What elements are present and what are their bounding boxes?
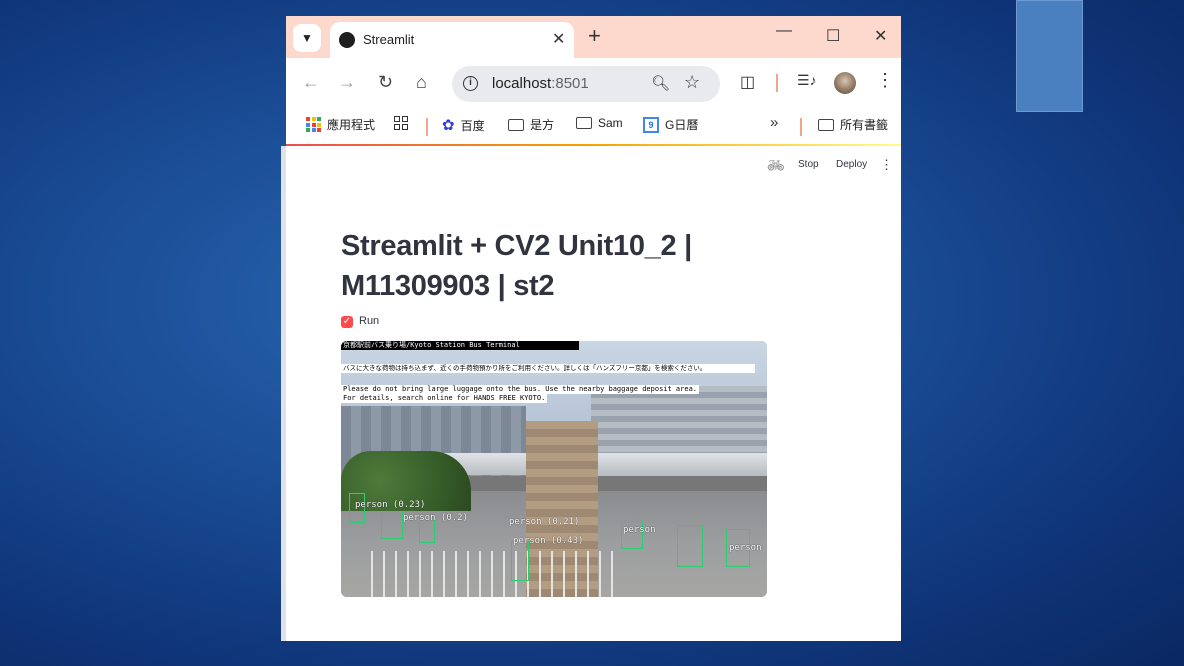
bookmark-google-calendar[interactable]: 9 G日曆 [643, 116, 698, 133]
bookmark-apps[interactable]: 應用程式 [306, 116, 375, 133]
media-control-icon[interactable]: ☰♪ [797, 72, 817, 89]
new-tab-button[interactable]: + [588, 24, 601, 48]
caption-english-line1: Please do not bring large luggage onto t… [341, 385, 700, 394]
bookmark-star-icon[interactable]: ☆ [684, 72, 700, 93]
home-icon[interactable]: ⌂ [416, 72, 427, 93]
bookmark-divider [426, 118, 428, 136]
folder-icon [508, 118, 524, 131]
bookmark-divider [800, 118, 802, 136]
streamlit-app: 🚲︎ Stop Deploy ⋮ Streamlit + CV2 Unit10_… [286, 146, 901, 641]
back-arrow-icon[interactable]: ← [302, 72, 320, 93]
run-checkbox-label: Run [359, 315, 380, 327]
toolbar-divider [776, 74, 778, 92]
url-text: localhost:8501 [492, 75, 589, 92]
scene-fence [371, 551, 621, 597]
grid-icon [394, 116, 408, 130]
caption-english-line2: For details, search online for HANDS FRE… [341, 394, 548, 403]
tab-bar: ▼ Streamlit ✕ + — ☐ ✕ [286, 16, 901, 58]
detection-label: person (0.21) [509, 517, 580, 527]
detection-label: person (0.2) [403, 513, 469, 523]
deploy-button[interactable]: Deploy [836, 159, 867, 170]
tab-streamlit[interactable]: Streamlit ✕ [330, 22, 574, 58]
google-calendar-icon: 9 [643, 116, 659, 133]
reload-icon[interactable]: ↻ [378, 72, 393, 93]
bookmark-grid[interactable] [394, 116, 408, 130]
caption-japanese: バスに大きな荷物は持ち込まず、近くの手荷物預かり所をご利用ください。詳しくは「ハ… [341, 364, 755, 373]
minimize-icon[interactable]: — [776, 22, 792, 40]
bookmarks-bar: 應用程式 ✿ 百度 是方 Sam 9 G日曆 » 所有書籤 [286, 108, 901, 144]
detection-label: person [729, 543, 762, 553]
page-title: Streamlit + CV2 Unit10_2 | M11309903 | s… [341, 230, 692, 302]
running-bike-icon: 🚲︎ [767, 157, 785, 173]
close-tab-icon[interactable]: ✕ [552, 29, 565, 49]
streamlit-crown-icon [339, 32, 355, 48]
run-checkbox[interactable]: ✓ [341, 316, 353, 328]
tab-title: Streamlit [363, 32, 415, 47]
zoom-icon[interactable]: 🔍︎ [651, 74, 670, 92]
tab-search-dropdown-button[interactable]: ▼ [293, 24, 321, 52]
stop-button[interactable]: Stop [798, 159, 819, 170]
browser-toolbar: ← → ↻ ⌂ i localhost:8501 🔍︎ ☆ ◫ ☰♪ ⋮ [286, 58, 901, 108]
baidu-paw-icon: ✿ [442, 117, 455, 134]
browser-window: ▼ Streamlit ✕ + — ☐ ✕ ← → ↻ ⌂ i localhos… [286, 16, 901, 641]
detection-label: person (0.23) [355, 500, 426, 510]
more-vertical-icon[interactable]: ⋮ [876, 70, 894, 91]
bookmark-folder-shifang[interactable]: 是方 [508, 116, 554, 133]
detection-label: person [623, 525, 656, 535]
apps-grid-icon [306, 117, 321, 132]
maximize-icon[interactable]: ☐ [826, 26, 840, 46]
bookmark-baidu[interactable]: ✿ 百度 [442, 116, 485, 134]
folder-icon [818, 118, 834, 131]
detection-label: person (0.43) [513, 536, 584, 546]
profile-avatar[interactable] [834, 72, 856, 94]
bookmark-folder-sam[interactable]: Sam [576, 116, 623, 130]
bookmark-all-bookmarks[interactable]: 所有書籤 [818, 116, 888, 133]
caption-location: 京都駅前バス乗り場/Kyoto Station Bus Terminal [341, 341, 579, 350]
address-bar[interactable]: i localhost:8501 🔍︎ ☆ [452, 66, 720, 102]
close-window-icon[interactable]: ✕ [874, 26, 887, 46]
chevron-down-icon: ▼ [301, 31, 313, 45]
detection-box [677, 525, 703, 567]
more-bookmarks-chevron-icon[interactable]: » [770, 114, 778, 131]
decorative-corner-box [1016, 0, 1083, 112]
forward-arrow-icon[interactable]: → [338, 72, 356, 93]
detection-box [381, 511, 403, 539]
video-frame: 京都駅前バス乗り場/Kyoto Station Bus Terminal バスに… [341, 341, 767, 597]
site-info-icon[interactable]: i [463, 76, 478, 91]
main-menu-icon[interactable]: ⋮ [880, 157, 893, 173]
detection-box [511, 541, 529, 581]
extensions-icon[interactable]: ◫ [740, 72, 755, 92]
folder-icon [576, 117, 592, 129]
